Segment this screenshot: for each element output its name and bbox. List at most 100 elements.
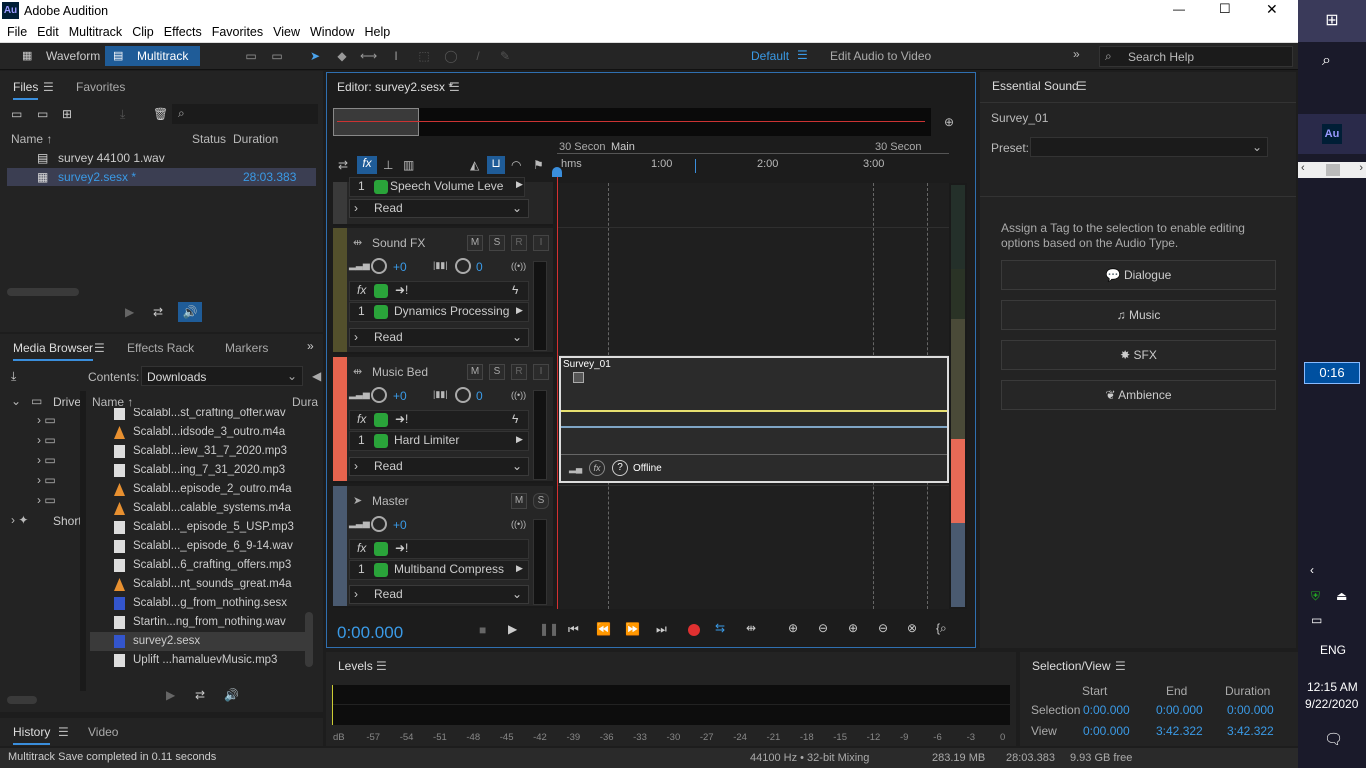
pre-post-icon[interactable]: ➜ǃ (395, 412, 408, 426)
menu-view[interactable]: View (268, 22, 305, 39)
media-file-row[interactable]: Scalabl...nt_sounds_great.m4a (90, 575, 306, 594)
search-help-field[interactable]: ⌕ Search Help (1099, 46, 1293, 67)
view-start[interactable]: 0:00.000 (1083, 724, 1130, 738)
music-button[interactable]: ♫ Music (1001, 300, 1276, 330)
clip-fade-icon[interactable] (573, 372, 584, 383)
pre-post-icon[interactable]: ➜ǃ (395, 283, 408, 297)
mb-col-duration[interactable]: Dura (292, 395, 318, 409)
pause-icon[interactable]: ❚❚ (539, 622, 559, 636)
audition-taskbar-icon[interactable]: Au (1298, 114, 1366, 154)
mb-col-name[interactable]: Name ↑ (92, 395, 133, 409)
defender-icon[interactable]: ⛨ (1311, 589, 1320, 604)
zoom-in-amp-icon[interactable]: ⊕ (788, 621, 798, 635)
contents-select[interactable]: Downloads ⌄ (141, 366, 303, 386)
media-file-row[interactable]: survey2.sesx (90, 632, 306, 651)
track-swap-icon[interactable]: ⇄ (338, 158, 348, 172)
media-file-row[interactable]: Scalabl...6_crafting_offers.mp3 (90, 556, 306, 575)
network-icon[interactable]: ▭ (1311, 613, 1322, 627)
collapse-icon[interactable]: ◀ (312, 369, 321, 383)
menu-edit[interactable]: Edit (32, 22, 64, 39)
record-arm-button[interactable]: R (511, 235, 527, 251)
more-workspaces-icon[interactable]: » (1073, 47, 1080, 61)
effect-play-icon[interactable]: ▶ (516, 434, 523, 445)
clock-time[interactable]: 12:15 AM (1307, 680, 1358, 694)
go-start-icon[interactable]: ⏮ (568, 622, 579, 637)
overview-bar[interactable] (333, 108, 931, 136)
col-name[interactable]: Name ↑ (11, 132, 52, 146)
power-icon[interactable] (374, 305, 388, 319)
zoom-out-amp-icon[interactable]: ⊖ (818, 621, 828, 635)
record-arm-button[interactable]: R (511, 364, 527, 380)
input-monitor-button[interactable]: I (533, 364, 549, 380)
skip-icon[interactable]: ⇹ (746, 621, 756, 635)
media-download-icon[interactable]: ⤓ (11, 369, 16, 384)
menu-favorites[interactable]: Favorites (207, 22, 268, 39)
notifications-icon[interactable]: 🗨 (1324, 730, 1343, 748)
media-file-row[interactable]: Uplift ...hamaluevMusic.mp3 (90, 651, 306, 670)
razor-tool-icon[interactable]: ◆ (334, 48, 350, 64)
expand-icon[interactable]: › (354, 200, 358, 217)
timeline-ruler[interactable]: 30 Secon Main 30 Secon hms 1:00 2:00 3:0… (557, 139, 949, 183)
snap-icon[interactable]: ⊔ (487, 156, 505, 174)
move-tool-icon[interactable]: ➤ (307, 48, 323, 64)
forward-icon[interactable]: ⏩ (625, 622, 640, 636)
zoom-in-time-icon[interactable]: ⊕ (848, 621, 858, 635)
delete-icon[interactable]: 🗑 (153, 107, 168, 121)
tab-files[interactable]: Files (13, 74, 39, 100)
file-row[interactable]: ▤ survey 44100 1.wav (7, 149, 316, 167)
history-menu-icon[interactable]: ☰ (58, 725, 69, 739)
solo-button[interactable]: S (489, 235, 505, 251)
timer-badge[interactable]: 0:16 (1304, 362, 1360, 384)
stereo-icon[interactable]: ((•)) (511, 261, 526, 271)
files-filter-field[interactable]: ⌕ (172, 104, 318, 124)
slip-tool-icon[interactable]: ⟷ (360, 48, 377, 64)
fx-power-icon[interactable] (374, 413, 388, 427)
marker-label[interactable]: 30 Secon (875, 141, 921, 153)
track-name[interactable]: Music Bed (372, 365, 428, 379)
tab-effects-rack[interactable]: Effects Rack (127, 335, 194, 361)
effect-play-icon[interactable]: ▶ (516, 563, 523, 574)
media-file-row[interactable]: Startin...ng_from_nothing.wav (90, 613, 306, 632)
workspace-edit-audio-video[interactable]: Edit Audio to Video (830, 49, 931, 63)
autoplay-icon[interactable]: 🔊 (178, 302, 202, 322)
editor-menu-icon[interactable]: ☰ (449, 80, 460, 94)
menu-clip[interactable]: Clip (127, 22, 159, 39)
selection-end[interactable]: 0:00.000 (1156, 703, 1203, 717)
volume-knob[interactable] (371, 516, 387, 532)
tray-expand-icon[interactable]: ‹ (1310, 563, 1314, 577)
effect-play-icon[interactable]: ▶ (516, 305, 523, 316)
workspace-menu-icon[interactable]: ☰ (797, 48, 808, 62)
mute-button[interactable]: M (467, 235, 483, 251)
zoom-overview-icon[interactable]: ⊕ (944, 115, 954, 129)
effect-slot[interactable]: 1 Dynamics Processing ▶ (349, 302, 529, 322)
fx-toggle-icon[interactable]: fx (357, 156, 377, 174)
pan-value[interactable]: 0 (476, 260, 483, 274)
tree-drives[interactable]: Drive (53, 395, 81, 409)
files-scrollbar[interactable] (7, 288, 79, 296)
automation-mode-select[interactable]: › Read ⌄ (349, 328, 529, 347)
mb-autoplay-icon[interactable]: 🔊 (224, 688, 239, 702)
volume-value[interactable]: +0 (393, 260, 407, 274)
search-icon[interactable]: ⌕ (1322, 52, 1331, 70)
pre-post-icon[interactable]: ➜ǃ (395, 541, 408, 555)
insert-icon[interactable]: ⤓ (120, 107, 125, 122)
view-end[interactable]: 3:42.322 (1156, 724, 1203, 738)
solo-button[interactable]: S (533, 493, 549, 509)
tab-favorites[interactable]: Favorites (76, 74, 125, 100)
clock-date[interactable]: 9/22/2020 (1305, 697, 1358, 711)
zoom-full-icon[interactable]: ⊗ (907, 621, 917, 635)
fx-power-icon[interactable] (374, 284, 388, 298)
selection-start[interactable]: 0:00.000 (1083, 703, 1130, 717)
media-file-row[interactable]: Scalabl...idsode_3_outro.m4a (90, 423, 306, 442)
mb-hscroll[interactable] (7, 696, 37, 704)
multitrack-button[interactable]: ▤ Multitrack (105, 46, 200, 66)
media-file-row[interactable]: Scalabl...iew_31_7_2020.mp3 (90, 442, 306, 461)
import-file-icon[interactable]: ▭ (37, 107, 48, 121)
eq-icon[interactable]: ▥ (403, 158, 414, 172)
selection-view-title[interactable]: Selection/View (1032, 659, 1111, 673)
zoom-out-time-icon[interactable]: ⊖ (878, 621, 888, 635)
pan-value[interactable]: 0 (476, 389, 483, 403)
levels-title[interactable]: Levels (338, 659, 373, 673)
effect-slot[interactable]: 1 Speech Volume Leve ▶ (349, 177, 525, 197)
maximize-button[interactable]: ☐ (1219, 1, 1239, 17)
